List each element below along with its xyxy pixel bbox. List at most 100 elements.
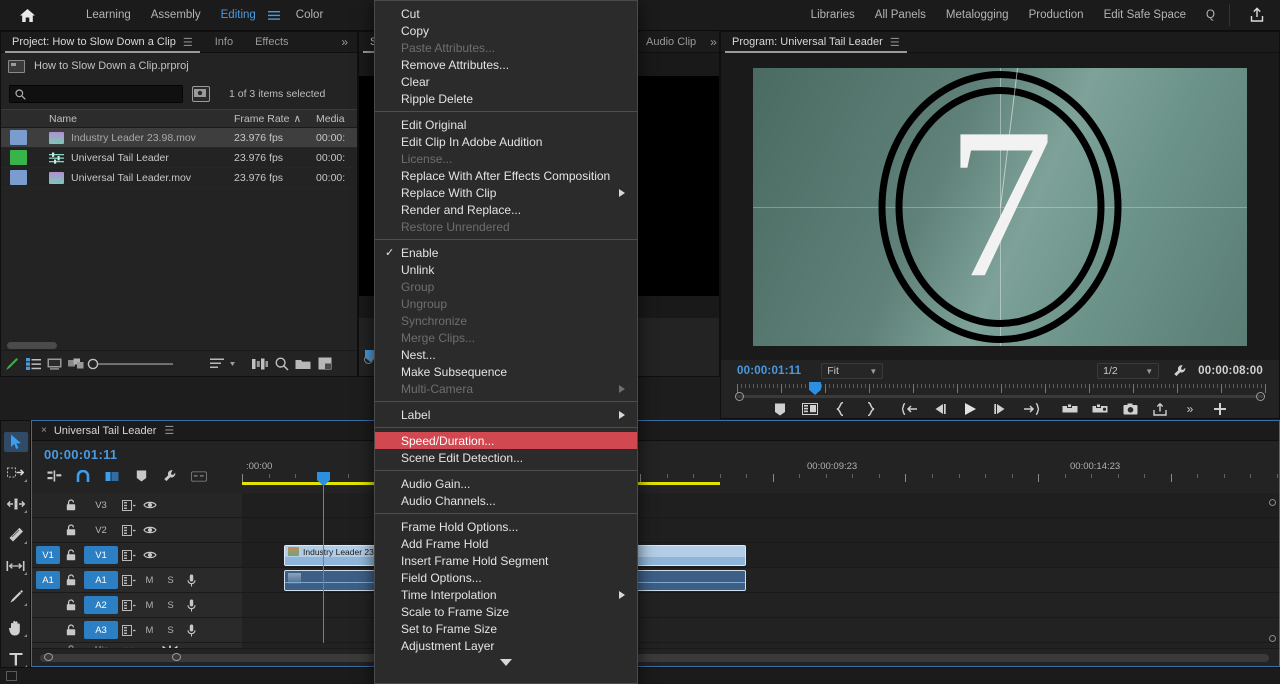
column-name[interactable]: Name — [49, 113, 234, 125]
lock-icon[interactable] — [60, 549, 82, 561]
new-bin-icon[interactable] — [292, 351, 314, 377]
tab-info[interactable]: Info — [204, 32, 244, 53]
program-duration-timecode[interactable]: 00:00:08:00 — [1198, 365, 1263, 377]
solo-button[interactable]: S — [160, 596, 181, 614]
lock-icon[interactable] — [60, 524, 82, 536]
hscroll-left-handle[interactable] — [44, 653, 53, 661]
playback-resolution-select[interactable]: 1/2 ▼ — [1097, 363, 1160, 379]
menu-item-remove-attributes[interactable]: Remove Attributes... — [375, 56, 637, 73]
snap-icon[interactable] — [75, 469, 91, 483]
lock-icon[interactable] — [60, 624, 82, 636]
target-icon[interactable] — [118, 521, 139, 539]
go-to-out-icon[interactable] — [1022, 401, 1039, 418]
menu-item-replace-with-clip[interactable]: Replace With Clip — [375, 184, 637, 201]
table-row[interactable]: Universal Tail Leader 23.976 fps 00:00: — [1, 148, 357, 168]
close-icon[interactable]: × — [32, 425, 54, 436]
mute-button[interactable]: M — [139, 596, 160, 614]
mic-icon[interactable] — [181, 571, 202, 589]
linked-selection-icon[interactable] — [104, 469, 120, 483]
timeline-panel-menu-icon[interactable]: ☰ — [164, 424, 174, 437]
menu-scroll-down-button[interactable] — [375, 654, 637, 670]
menu-item-clear[interactable]: Clear — [375, 73, 637, 90]
program-playhead[interactable] — [809, 382, 821, 395]
table-row[interactable]: Universal Tail Leader.mov 23.976 fps 00:… — [1, 168, 357, 188]
track-name-a1[interactable]: A1 — [84, 571, 118, 589]
source-patch-v2[interactable] — [36, 521, 60, 539]
program-panel-menu-icon[interactable]: ☰ — [890, 36, 900, 49]
project-horizontal-scrollbar[interactable] — [7, 342, 57, 349]
hscroll-right-handle[interactable] — [172, 653, 181, 661]
source-in-point-handle[interactable] — [364, 355, 373, 364]
freeform-view-icon[interactable] — [66, 351, 88, 377]
workspace-tab-color[interactable]: Color — [286, 0, 333, 31]
share-export-button[interactable] — [1234, 0, 1280, 31]
menu-item-audio-channels[interactable]: Audio Channels... — [375, 492, 637, 509]
menu-item-scale-to-frame-size[interactable]: Scale to Frame Size — [375, 603, 637, 620]
source-patch-a1[interactable]: A1 — [36, 571, 60, 589]
zoom-slider[interactable] — [87, 351, 207, 377]
menu-item-unlink[interactable]: Unlink — [375, 261, 637, 278]
workspace-tab-assembly[interactable]: Assembly — [141, 0, 211, 31]
menu-item-enable[interactable]: ✓ Enable — [375, 244, 637, 261]
zoom-level-select[interactable]: Fit ▼ — [821, 363, 884, 379]
target-icon[interactable] — [118, 571, 139, 589]
menu-item-cut[interactable]: Cut — [375, 5, 637, 22]
step-forward-icon[interactable] — [992, 401, 1009, 418]
menu-item-ripple-delete[interactable]: Ripple Delete — [375, 90, 637, 107]
export-icon[interactable] — [1152, 401, 1169, 418]
track-header-v1[interactable]: V1 V1 — [32, 543, 242, 567]
search-box[interactable] — [9, 85, 183, 103]
menu-item-set-to-frame-size[interactable]: Set to Frame Size — [375, 620, 637, 637]
source-patch-a3[interactable] — [36, 621, 60, 639]
lock-icon[interactable] — [60, 599, 82, 611]
mark-in-icon[interactable] — [832, 401, 849, 418]
transport-overflow-icon[interactable]: » — [1182, 401, 1199, 418]
new-item-pen-icon[interactable] — [1, 351, 23, 377]
track-name-v3[interactable]: V3 — [84, 496, 118, 514]
menu-item-audio-gain[interactable]: Audio Gain... — [375, 475, 637, 492]
pen-tool[interactable] — [4, 587, 28, 607]
play-icon[interactable] — [962, 401, 979, 418]
workspace-tab-all-panels[interactable]: All Panels — [865, 0, 936, 31]
track-name-a3[interactable]: A3 — [84, 621, 118, 639]
delete-icon[interactable] — [335, 351, 357, 377]
menu-item-field-options[interactable]: Field Options... — [375, 569, 637, 586]
home-button[interactable] — [0, 0, 54, 31]
menu-item-speed-duration[interactable]: Speed/Duration... — [375, 432, 637, 449]
table-row[interactable]: Industry Leader 23.98.mov 23.976 fps 00:… — [1, 128, 357, 148]
filter-bin-content-icon[interactable] — [192, 86, 210, 102]
menu-item-make-subsequence[interactable]: Make Subsequence — [375, 363, 637, 380]
menu-item-adjustment-layer[interactable]: Adjustment Layer — [375, 637, 637, 654]
menu-item-copy[interactable]: Copy — [375, 22, 637, 39]
eye-icon[interactable] — [139, 546, 160, 564]
menu-item-nest[interactable]: Nest... — [375, 346, 637, 363]
target-icon[interactable] — [118, 596, 139, 614]
tab-project[interactable]: Project: How to Slow Down a Clip ☰ — [1, 32, 204, 53]
menu-item-time-interpolation[interactable]: Time Interpolation — [375, 586, 637, 603]
lift-icon[interactable] — [1062, 401, 1079, 418]
export-frame-layout-icon[interactable] — [802, 401, 819, 418]
eye-icon[interactable] — [139, 496, 160, 514]
source-patch-v3[interactable] — [36, 496, 60, 514]
timeline-horizontal-scrollbar[interactable] — [40, 653, 1269, 662]
go-to-in-icon[interactable] — [901, 401, 919, 418]
lock-icon[interactable] — [60, 574, 82, 586]
tab-audio-clip-mixer[interactable]: Audio Clip — [640, 31, 702, 52]
find-icon[interactable] — [271, 351, 293, 377]
mic-icon[interactable] — [181, 596, 202, 614]
lock-icon[interactable] — [60, 499, 82, 511]
project-tabs-overflow-icon[interactable]: » — [332, 35, 357, 49]
menu-item-replace-with-ae-composition[interactable]: Replace With After Effects Composition — [375, 167, 637, 184]
workspace-tab-learning[interactable]: Learning — [76, 0, 141, 31]
workspace-menu-icon[interactable] — [266, 10, 286, 20]
timeline-vertical-scrollbar[interactable] — [1269, 499, 1277, 642]
search-input[interactable] — [26, 88, 177, 100]
workspace-tab-metalogging[interactable]: Metalogging — [936, 0, 1019, 31]
source-patch-v1[interactable]: V1 — [36, 546, 60, 564]
sort-icon[interactable] — [207, 351, 239, 377]
add-marker-icon[interactable] — [772, 401, 789, 418]
type-tool[interactable] — [4, 649, 28, 669]
wrench-icon[interactable] — [1173, 364, 1187, 378]
panel-menu-icon[interactable]: ☰ — [183, 36, 193, 49]
icon-view-icon[interactable] — [44, 351, 66, 377]
